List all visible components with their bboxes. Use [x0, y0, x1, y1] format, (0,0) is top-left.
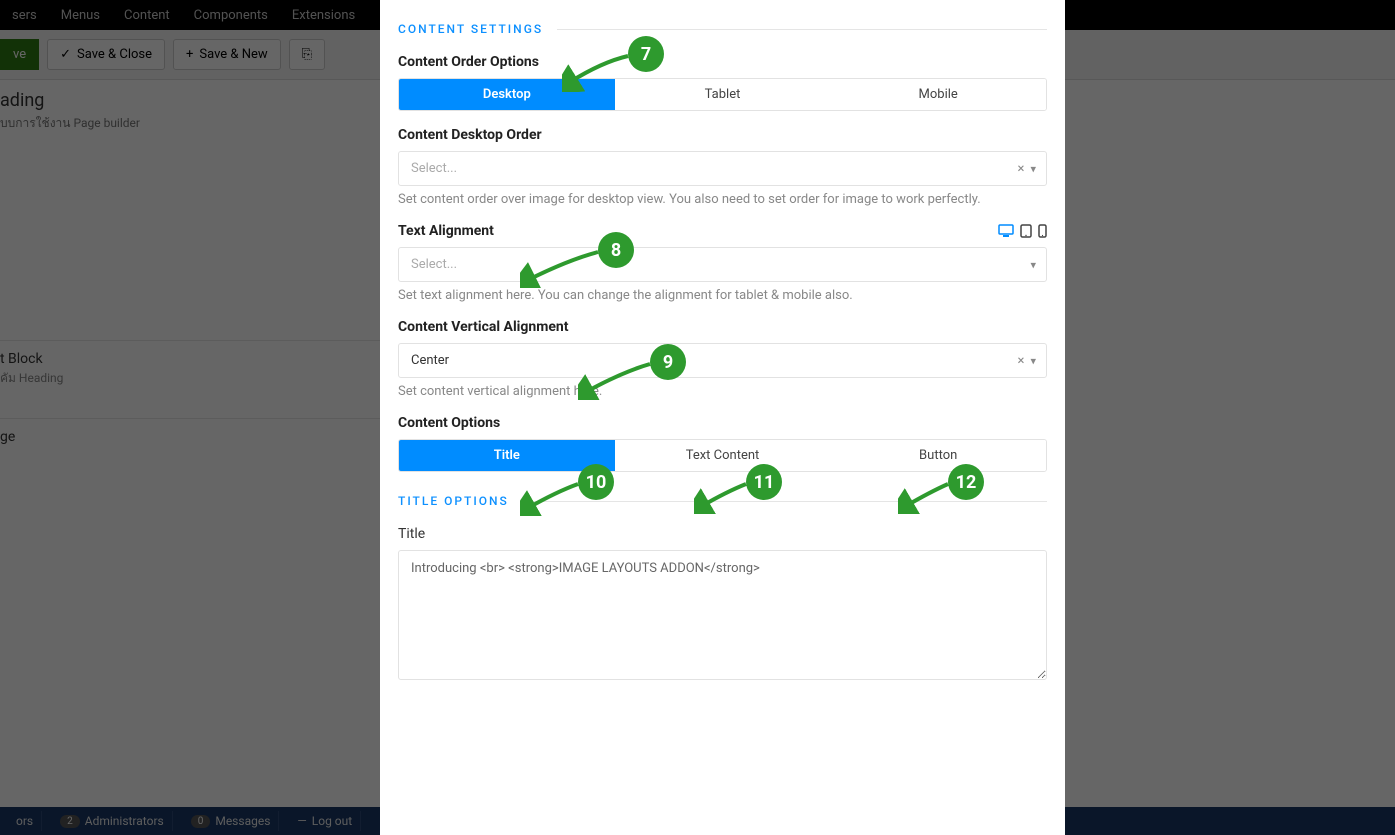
title-textarea[interactable] [398, 550, 1047, 680]
annotation-9: 9 [650, 344, 686, 380]
content-options-label: Content Options [398, 415, 1047, 431]
annotation-arrow [562, 52, 632, 92]
annotation-arrow [520, 248, 602, 288]
text-align-label: Text Alignment [398, 223, 494, 239]
content-options-tabs: Title Text Content Button [398, 439, 1047, 472]
device-icons [998, 224, 1047, 238]
vert-align-label: Content Vertical Alignment [398, 319, 1047, 335]
desktop-icon[interactable] [998, 224, 1014, 238]
tab-title[interactable]: Title [399, 440, 615, 471]
title-label: Title [398, 526, 1047, 542]
annotation-11: 11 [746, 464, 782, 500]
chevron-down-icon: ▾ [1030, 258, 1036, 271]
content-order-group: Content Order Options Desktop Tablet Mob… [398, 54, 1047, 111]
vert-align-help: Set content vertical alignment here. [398, 384, 1047, 399]
tab-mobile[interactable]: Mobile [830, 79, 1046, 110]
text-align-help: Set text alignment here. You can change … [398, 288, 1047, 303]
title-group: Title [398, 526, 1047, 684]
content-options-group: Content Options Title Text Content Butto… [398, 415, 1047, 472]
annotation-arrow [694, 480, 750, 514]
clear-icon[interactable]: × [1018, 353, 1025, 368]
desktop-order-group: Content Desktop Order Select... ×▾ Set c… [398, 127, 1047, 207]
tab-button[interactable]: Button [830, 440, 1046, 471]
tablet-icon[interactable] [1020, 224, 1032, 238]
vert-align-group: Content Vertical Alignment Center ×▾ Set… [398, 319, 1047, 399]
text-align-select[interactable]: Select... ▾ [398, 247, 1047, 282]
annotation-arrow [578, 360, 654, 400]
content-order-label: Content Order Options [398, 54, 1047, 70]
annotation-8: 8 [598, 232, 634, 268]
annotation-arrow [520, 480, 582, 516]
desktop-order-help: Set content order over image for desktop… [398, 192, 1047, 207]
chevron-down-icon: ▾ [1030, 162, 1036, 175]
chevron-down-icon: ▾ [1030, 354, 1036, 367]
text-align-group: Text Alignment Select... ▾ Set text alig… [398, 223, 1047, 303]
content-order-tabs: Desktop Tablet Mobile [398, 78, 1047, 111]
tab-text-content[interactable]: Text Content [615, 440, 831, 471]
clear-icon[interactable]: × [1018, 161, 1025, 176]
vert-align-select[interactable]: Center ×▾ [398, 343, 1047, 378]
desktop-order-select[interactable]: Select... ×▾ [398, 151, 1047, 186]
tab-tablet[interactable]: Tablet [615, 79, 831, 110]
annotation-12: 12 [948, 464, 984, 500]
annotation-10: 10 [578, 464, 614, 500]
mobile-icon[interactable] [1038, 224, 1047, 238]
settings-modal: CONTENT SETTINGS Content Order Options D… [380, 0, 1065, 835]
annotation-7: 7 [628, 36, 664, 72]
section-content-settings: CONTENT SETTINGS [398, 22, 1047, 36]
annotation-arrow [898, 480, 952, 514]
desktop-order-label: Content Desktop Order [398, 127, 1047, 143]
